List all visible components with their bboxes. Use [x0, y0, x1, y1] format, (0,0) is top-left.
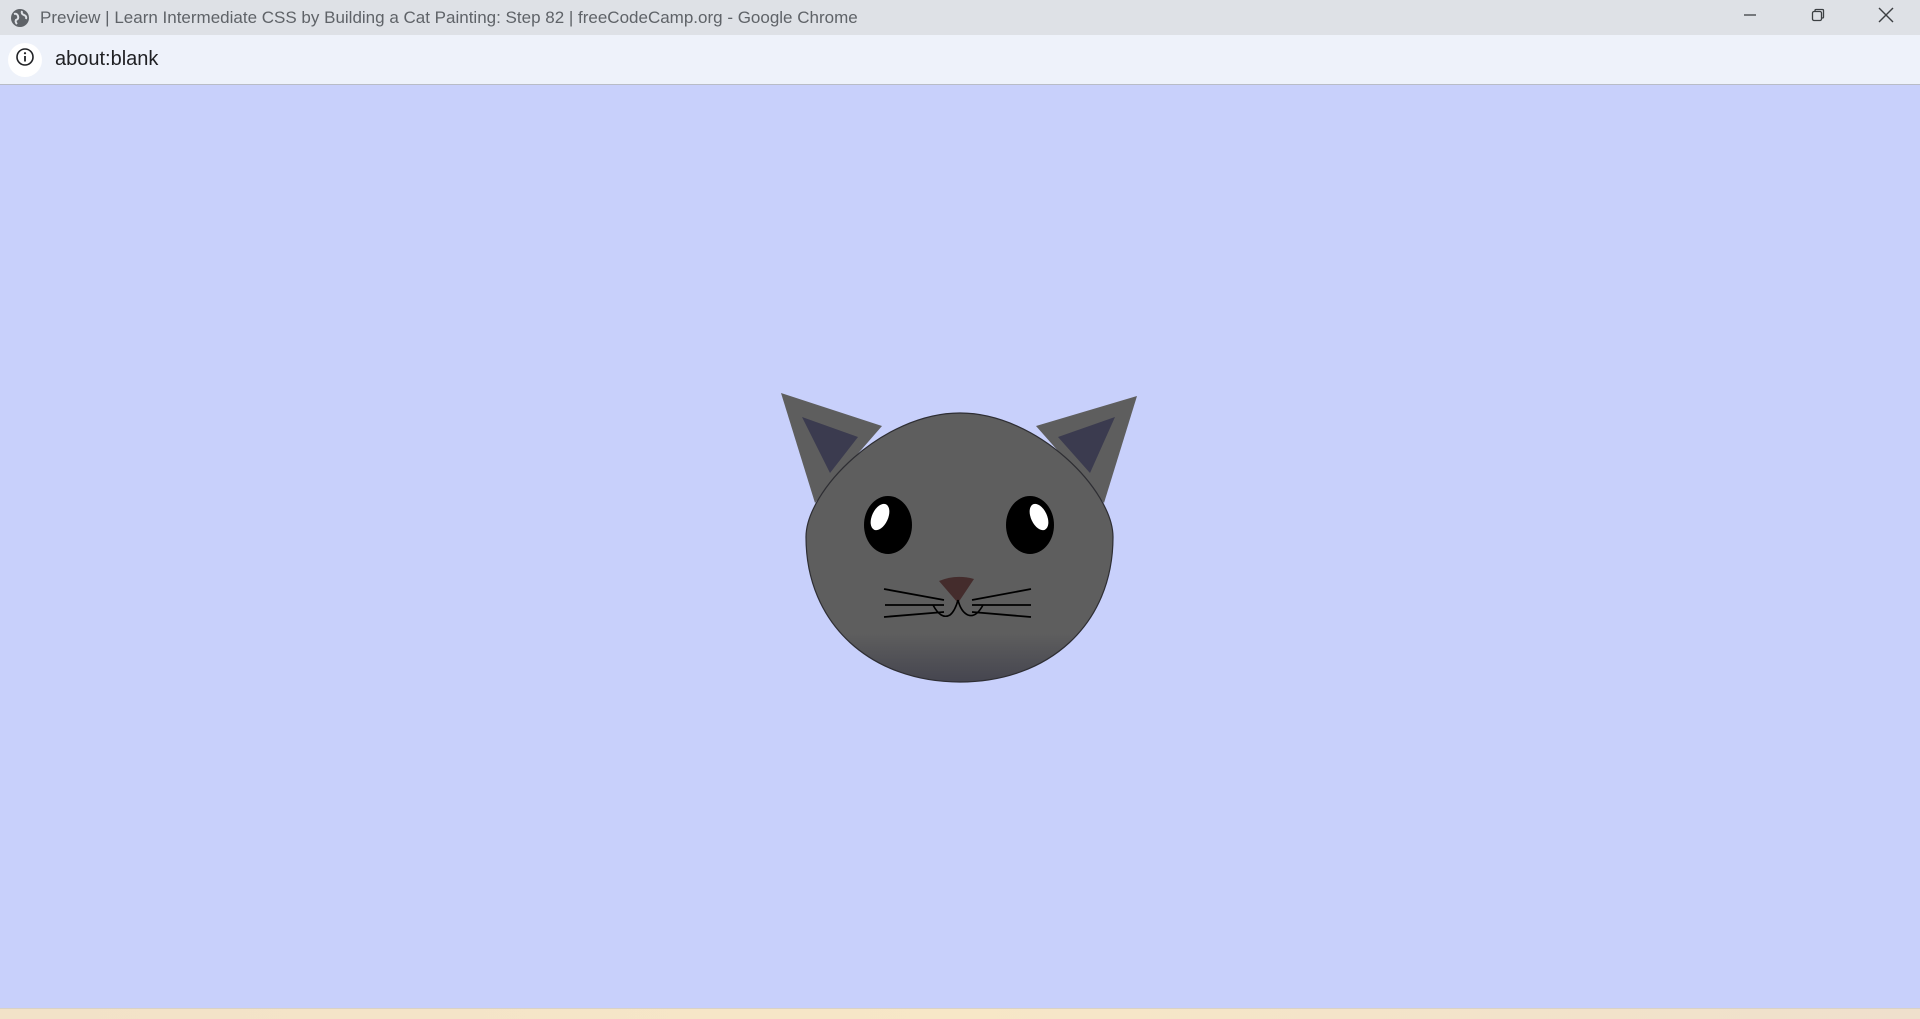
url-text[interactable]: about:blank — [55, 48, 158, 71]
globe-icon — [9, 7, 31, 29]
close-icon — [1877, 6, 1895, 29]
cat-painting — [781, 393, 1137, 683]
info-icon — [15, 47, 35, 72]
restore-button[interactable] — [1784, 0, 1852, 35]
window-controls — [1716, 0, 1920, 35]
window-title: Preview | Learn Intermediate CSS by Buil… — [40, 7, 858, 27]
minimize-button[interactable] — [1716, 0, 1784, 35]
browser-window: Preview | Learn Intermediate CSS by Buil… — [0, 0, 1920, 1019]
page-viewport — [0, 85, 1920, 1009]
address-bar: about:blank — [0, 35, 1920, 85]
site-info-button[interactable] — [8, 42, 42, 77]
title-bar[interactable]: Preview | Learn Intermediate CSS by Buil… — [0, 0, 1920, 35]
taskbar-edge — [0, 1008, 1920, 1019]
close-button[interactable] — [1852, 0, 1920, 35]
minimize-icon — [1742, 7, 1758, 28]
restore-icon — [1810, 7, 1826, 28]
